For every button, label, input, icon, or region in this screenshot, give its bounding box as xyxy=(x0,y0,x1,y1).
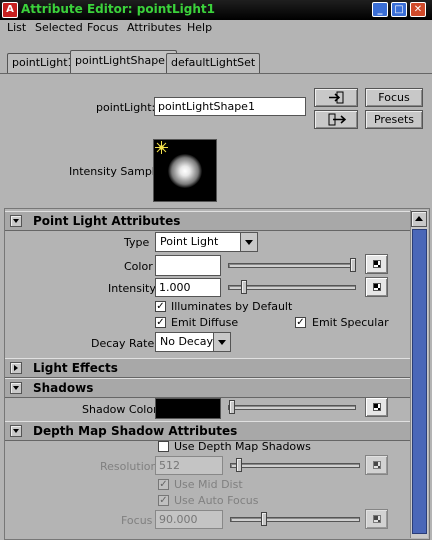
focus-map-button[interactable] xyxy=(365,509,388,529)
maximize-button[interactable]: □ xyxy=(391,2,407,17)
input-arrow-icon xyxy=(329,91,344,104)
shadow-color-slider-handle[interactable] xyxy=(229,400,235,414)
collapse-arrow-icon[interactable] xyxy=(10,215,22,227)
menu-attributes[interactable]: Attributes xyxy=(127,21,181,34)
illuminates-by-default-label: Illuminates by Default xyxy=(171,300,293,313)
dropdown-arrow-icon xyxy=(240,233,257,251)
shadow-color-label: Shadow Color xyxy=(82,403,158,416)
resolution-label: Resolution xyxy=(100,460,158,473)
output-connection-button[interactable] xyxy=(314,110,358,129)
focus-label: Focus xyxy=(121,514,153,527)
color-slider-track[interactable] xyxy=(228,263,356,268)
use-auto-focus-checkbox[interactable]: ✓ xyxy=(158,495,169,506)
intensity-sample-label: Intensity Sample xyxy=(69,165,162,178)
resolution-slider-track[interactable] xyxy=(230,463,360,468)
shadow-color-slider-track[interactable] xyxy=(228,405,356,410)
light-effects-title: Light Effects xyxy=(33,361,118,375)
checker-icon xyxy=(373,260,381,268)
scrollbar-thumb[interactable] xyxy=(412,229,427,534)
dropdown-arrow-icon xyxy=(213,333,230,351)
use-depth-map-checkbox[interactable] xyxy=(158,441,169,452)
decay-rate-value: No Decay xyxy=(160,335,213,348)
type-label: Type xyxy=(124,236,150,249)
tab-pointlight1[interactable]: pointLight1 xyxy=(7,53,80,73)
use-mid-dist-label: Use Mid Dist xyxy=(174,478,243,491)
emit-diffuse-checkbox[interactable]: ✓ xyxy=(155,317,166,328)
shadow-color-swatch[interactable] xyxy=(155,398,221,419)
window-title: Attribute Editor: pointLight1 xyxy=(21,2,215,16)
use-mid-dist-checkbox[interactable]: ✓ xyxy=(158,479,169,490)
intensity-slider-handle[interactable] xyxy=(241,280,247,294)
illuminates-by-default-checkbox[interactable]: ✓ xyxy=(155,301,166,312)
emit-specular-checkbox[interactable]: ✓ xyxy=(295,317,306,328)
close-button[interactable]: ✕ xyxy=(410,2,426,17)
input-connection-button[interactable] xyxy=(314,88,358,107)
depth-map-title: Depth Map Shadow Attributes xyxy=(33,424,238,438)
intensity-field[interactable]: 1.000 xyxy=(155,278,221,297)
decay-rate-label: Decay Rate xyxy=(91,337,155,350)
menu-help[interactable]: Help xyxy=(187,21,212,34)
resolution-field[interactable]: 512 xyxy=(155,456,223,475)
checker-icon xyxy=(373,461,381,469)
checker-icon xyxy=(373,403,381,411)
collapse-arrow-icon[interactable] xyxy=(10,425,22,437)
tab-pointlightshape1[interactable]: pointLightShape1 xyxy=(70,50,177,73)
emit-diffuse-label: Emit Diffuse xyxy=(171,316,239,329)
node-label: pointLight: xyxy=(96,101,156,114)
checker-icon xyxy=(373,515,381,523)
intensity-label: Intensity xyxy=(108,282,156,295)
tab-defaultlightset[interactable]: defaultLightSet xyxy=(166,53,261,73)
light-type-value: Point Light xyxy=(160,235,219,248)
intensity-slider-track[interactable] xyxy=(228,285,356,290)
focus-slider-track[interactable] xyxy=(230,517,360,522)
focus-slider-handle[interactable] xyxy=(261,512,267,526)
color-swatch[interactable] xyxy=(155,255,221,276)
focus-field[interactable]: 90.000 xyxy=(155,510,223,529)
output-arrow-icon xyxy=(328,113,347,126)
resolution-map-button[interactable] xyxy=(365,455,388,475)
use-auto-focus-label: Use Auto Focus xyxy=(174,494,259,507)
emit-specular-label: Emit Specular xyxy=(312,316,389,329)
light-icon xyxy=(155,141,168,154)
checker-icon xyxy=(373,283,381,291)
expand-arrow-icon[interactable] xyxy=(10,362,22,374)
collapse-arrow-icon[interactable] xyxy=(10,382,22,394)
presets-button[interactable]: Presets xyxy=(365,110,423,129)
minimize-button[interactable]: _ xyxy=(372,2,388,17)
menu-list[interactable]: List xyxy=(7,21,26,34)
scroll-up-arrow-icon[interactable] xyxy=(411,211,427,227)
app-icon: A xyxy=(2,2,18,18)
node-name-field[interactable]: pointLightShape1 xyxy=(154,97,306,116)
shadows-title: Shadows xyxy=(33,381,94,395)
resolution-slider-handle[interactable] xyxy=(236,458,242,472)
tab-divider xyxy=(0,73,432,74)
shadow-color-map-button[interactable] xyxy=(365,397,388,417)
decay-rate-dropdown[interactable]: No Decay xyxy=(155,332,231,352)
color-map-button[interactable] xyxy=(365,254,388,274)
menu-focus[interactable]: Focus xyxy=(87,21,118,34)
color-slider-handle[interactable] xyxy=(350,258,356,272)
intensity-sample-swatch xyxy=(153,139,217,202)
menu-selected[interactable]: Selected xyxy=(35,21,83,34)
point-light-attributes-title: Point Light Attributes xyxy=(33,214,181,228)
focus-button[interactable]: Focus xyxy=(365,88,423,107)
light-type-dropdown[interactable]: Point Light xyxy=(155,232,258,252)
color-label: Color xyxy=(124,260,153,273)
use-depth-map-label: Use Depth Map Shadows xyxy=(174,440,311,453)
intensity-map-button[interactable] xyxy=(365,277,388,297)
